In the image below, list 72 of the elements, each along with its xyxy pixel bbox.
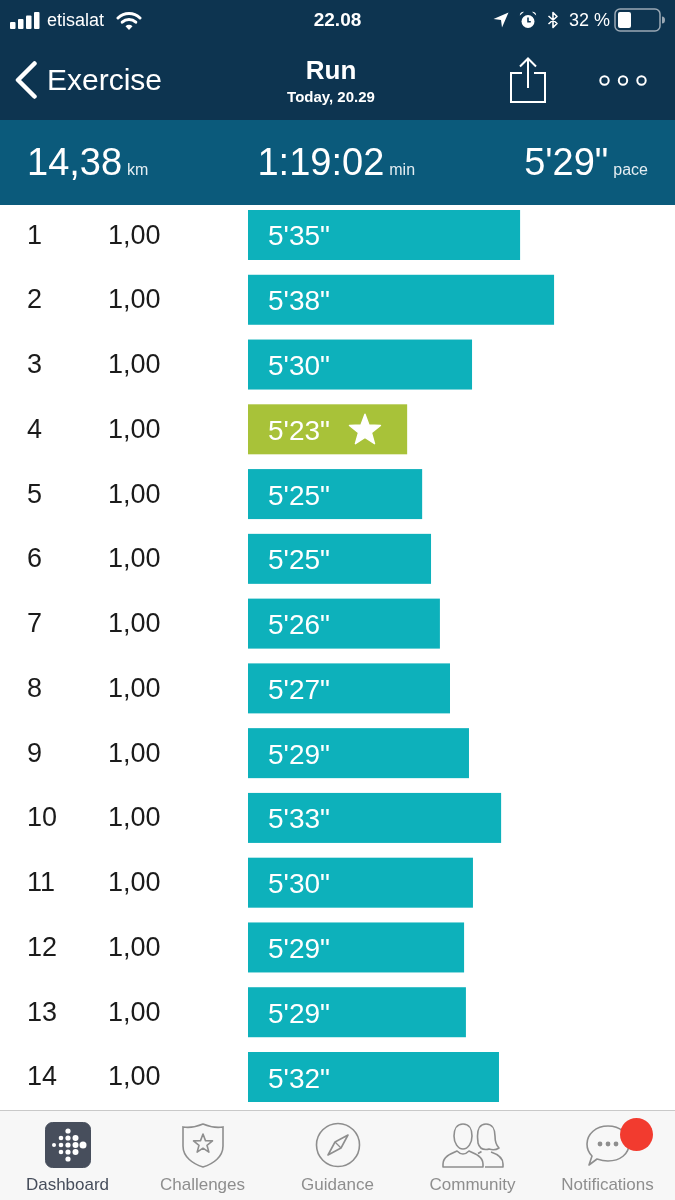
split-number: 3 <box>27 349 43 380</box>
signal-icon <box>10 11 40 29</box>
screen-subtitle: Today, 20.29 <box>287 87 375 106</box>
wifi-icon <box>116 10 143 30</box>
alarm-clock-icon <box>519 11 537 29</box>
pace-label: 5'29" <box>268 997 330 1029</box>
pace-label: 5'38" <box>268 285 330 317</box>
nav-tab[interactable]: Challenges <box>135 1111 270 1200</box>
stat-value: 14,38 <box>27 141 123 184</box>
stat-value: 1:19:02 <box>257 141 385 184</box>
compass-icon <box>314 1122 361 1168</box>
split-distance: 1,00 <box>108 737 161 769</box>
carrier-name: etisalat <box>47 9 105 31</box>
split-number: 10 <box>27 802 58 833</box>
split-distance: 1,00 <box>108 284 161 316</box>
pace-label: 5'26" <box>268 609 330 641</box>
screen-title: Run <box>305 54 357 85</box>
shield-star-icon <box>179 1122 226 1168</box>
pace-label: 5'23" <box>268 414 330 446</box>
split-number: 9 <box>27 737 43 768</box>
back-button[interactable]: Exercise <box>15 59 163 101</box>
split-number: 12 <box>27 931 58 962</box>
pace-label: 5'29" <box>268 738 330 770</box>
split-distance: 1,00 <box>108 543 161 575</box>
split-distance: 1,00 <box>108 996 161 1028</box>
pace-label: 5'25" <box>268 544 330 576</box>
split-number: 11 <box>27 867 56 898</box>
split-distance: 1,00 <box>108 867 161 899</box>
split-number: 2 <box>27 284 43 315</box>
split-distance: 1,00 <box>108 672 161 704</box>
split-distance: 1,00 <box>108 349 161 381</box>
dots-logo-icon <box>44 1122 91 1168</box>
pace-label: 5'33" <box>268 803 330 835</box>
bluetooth-icon <box>547 11 559 29</box>
split-number: 14 <box>27 1061 58 1092</box>
split-number: 4 <box>27 413 43 444</box>
pace-label: 5'35" <box>268 220 330 252</box>
stat-unit: km <box>127 161 149 179</box>
location-arrow-icon <box>493 12 509 28</box>
pace-label: 5'25" <box>268 479 330 511</box>
split-distance: 1,00 <box>108 413 161 445</box>
pace-label: 5'29" <box>268 932 330 964</box>
split-number: 13 <box>27 996 58 1027</box>
battery-icon <box>614 8 665 32</box>
pace-label: 5'30" <box>268 868 330 900</box>
stat-unit: min <box>389 161 416 179</box>
nav-tab[interactable]: Guidance <box>270 1111 405 1200</box>
split-distance: 1,00 <box>108 608 161 640</box>
pace-label: 5'27" <box>268 673 330 705</box>
nav-tab[interactable]: Community <box>405 1111 540 1200</box>
nav-tab[interactable]: Notifications <box>540 1111 675 1200</box>
split-number: 8 <box>27 672 43 703</box>
clock-time: 22.08 <box>313 9 362 31</box>
battery-percent: 32 % <box>569 9 610 31</box>
stat-value: 5'29" <box>524 141 609 184</box>
more-icon[interactable] <box>599 74 647 86</box>
people-icon <box>440 1122 505 1168</box>
nav-tab[interactable]: Dashboard <box>0 1111 135 1200</box>
pace-label: 5'32" <box>268 1062 330 1094</box>
stat-unit: pace <box>613 161 648 179</box>
split-distance: 1,00 <box>108 219 161 251</box>
split-distance: 1,00 <box>108 478 161 510</box>
chevron-left-icon <box>15 61 37 99</box>
split-number: 5 <box>27 478 43 509</box>
split-number: 6 <box>27 543 43 574</box>
split-number: 1 <box>27 219 43 250</box>
pace-label: 5'30" <box>268 350 330 382</box>
split-number: 7 <box>27 608 43 639</box>
split-distance: 1,00 <box>108 1061 161 1093</box>
split-distance: 1,00 <box>108 931 161 963</box>
split-distance: 1,00 <box>108 802 161 834</box>
share-icon[interactable] <box>509 56 547 104</box>
